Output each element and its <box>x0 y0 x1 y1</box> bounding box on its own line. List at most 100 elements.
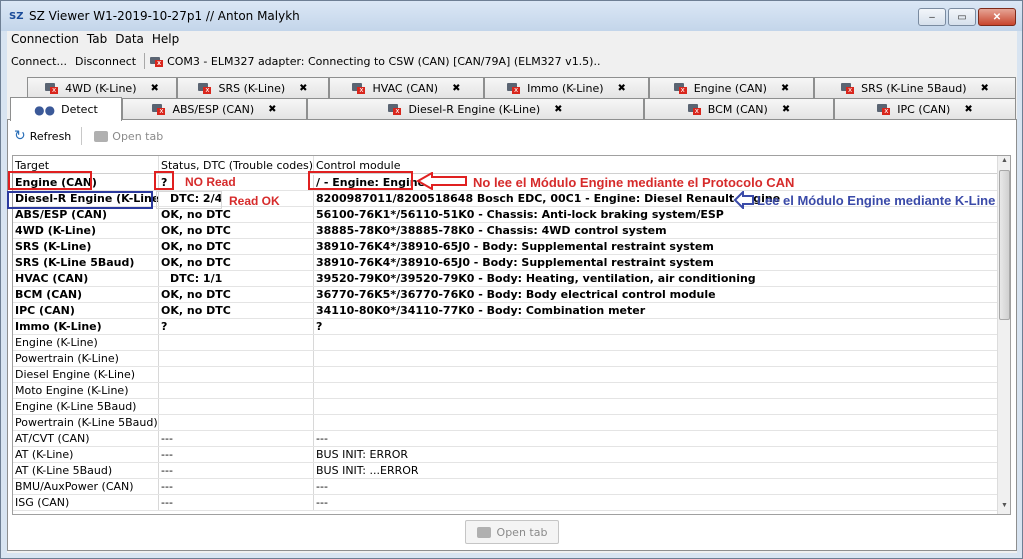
table-row[interactable]: BCM (CAN) OK, no DTC 36770-76K5*/36770-76K… <box>13 287 998 303</box>
window-controls: – ▭ ✕ <box>918 8 1016 26</box>
column-header-status[interactable]: Status, DTC (Trouble codes) <box>159 156 314 173</box>
window-title: SZ Viewer W1-2019-10-27p1 // Anton Malyk… <box>29 9 300 23</box>
close-tab-icon[interactable]: ✖ <box>618 83 626 94</box>
disconnected-plug-icon: x <box>149 55 164 67</box>
cell-status: --- <box>159 447 314 462</box>
disconnect-button[interactable]: Disconnect <box>71 55 140 68</box>
table-row[interactable]: 4WD (K-Line) OK, no DTC 38885-78K0*/38885-… <box>13 223 998 239</box>
module-disconnected-icon: x <box>673 82 688 94</box>
table-row[interactable]: Engine (K-Line 5Baud) <box>13 399 998 415</box>
tab-label: 4WD (K-Line) <box>65 81 137 95</box>
annotation-no-read: NO Read <box>185 175 236 189</box>
maximize-button[interactable]: ▭ <box>948 8 976 26</box>
plug-icon <box>476 526 491 538</box>
cell-target: Engine (K-Line 5Baud) <box>13 399 159 414</box>
table-row[interactable]: Powertrain (K-Line 5Baud) <box>13 415 998 431</box>
connect-button[interactable]: Connect... <box>7 55 71 68</box>
scroll-thumb[interactable] <box>999 170 1010 320</box>
title-bar[interactable]: SZ SZ Viewer W1-2019-10-27p1 // Anton Ma… <box>1 1 1022 31</box>
cell-control-module <box>314 335 998 350</box>
table-row[interactable]: Immo (K-Line)?? <box>13 319 998 335</box>
tab-4wd-kline[interactable]: x 4WD (K-Line) ✖ <box>27 77 177 98</box>
annotation-box-diesel-engine <box>7 191 153 209</box>
tab-label: SRS (K-Line 5Baud) <box>861 81 967 95</box>
tab-hvac-can[interactable]: x HVAC (CAN) ✖ <box>329 77 484 98</box>
close-tab-icon[interactable]: ✖ <box>782 104 790 115</box>
annotation-arrow-left-icon <box>416 172 467 190</box>
tab-ipc-can[interactable]: x IPC (CAN) ✖ <box>834 98 1016 119</box>
open-tab-button-label: Open tab <box>496 525 548 539</box>
refresh-button[interactable]: ↻ Refresh <box>12 126 73 146</box>
tab-diesel-r-engine-kline[interactable]: x Diesel-R Engine (K-Line) ✖ <box>307 98 644 119</box>
menu-connection[interactable]: Connection <box>7 31 83 49</box>
cell-status: OK, no DTC <box>159 255 314 270</box>
close-tab-icon[interactable]: ✖ <box>554 104 562 115</box>
close-tab-icon[interactable]: ✖ <box>299 83 307 94</box>
tab-abs-esp-can[interactable]: x ABS/ESP (CAN) ✖ <box>122 98 307 119</box>
table-row[interactable]: AT (K-Line) --- BUS INIT: ERROR <box>13 447 998 463</box>
cell-target: 4WD (K-Line) <box>13 223 159 238</box>
menu-help[interactable]: Help <box>148 31 183 49</box>
table-row[interactable]: SRS (K-Line) OK, no DTC 38910-76K4*/38910-… <box>13 239 998 255</box>
footprints-icon: ●● <box>34 102 56 117</box>
table-row[interactable]: BMU/AuxPower (CAN) --- --- <box>13 479 998 495</box>
cell-target: BCM (CAN) <box>13 287 159 302</box>
plug-icon <box>94 130 109 142</box>
cell-status: --- <box>159 431 314 446</box>
close-tab-icon[interactable]: ✖ <box>268 104 276 115</box>
cell-control-module: ? <box>314 319 998 334</box>
vertical-scrollbar[interactable]: ▲ ▼ <box>997 156 1010 514</box>
cell-target: SRS (K-Line) <box>13 239 159 254</box>
annotation-can-note: No lee el Módulo Engine mediante el Prot… <box>473 175 795 190</box>
menu-tab[interactable]: Tab <box>83 31 111 49</box>
table-row[interactable]: Engine (K-Line) <box>13 335 998 351</box>
close-button[interactable]: ✕ <box>978 8 1016 26</box>
annotation-box-engine-can <box>8 171 92 190</box>
close-tab-icon[interactable]: ✖ <box>151 83 159 94</box>
column-header-control-module[interactable]: Control module <box>314 156 998 173</box>
module-disconnected-icon: x <box>152 103 166 115</box>
table-row[interactable]: AT (K-Line 5Baud) --- BUS INIT: ...ERROR <box>13 463 998 479</box>
annotation-box-dtc <box>156 191 222 209</box>
scroll-up-icon[interactable]: ▲ <box>999 157 1010 168</box>
close-tab-icon[interactable]: ✖ <box>452 83 460 94</box>
cell-status: --- <box>159 479 314 494</box>
table-row[interactable]: Moto Engine (K-Line) <box>13 383 998 399</box>
table-row[interactable]: IPC (CAN) OK, no DTC 34110-80K0*/34110-77K… <box>13 303 998 319</box>
cell-control-module <box>314 415 998 430</box>
close-tab-icon[interactable]: ✖ <box>781 83 789 94</box>
open-tab-button[interactable]: Open tab <box>465 520 559 544</box>
scroll-down-icon[interactable]: ▼ <box>999 502 1010 513</box>
module-disconnected-icon: x <box>687 103 702 115</box>
tab-srs-kline[interactable]: x SRS (K-Line) ✖ <box>177 77 329 98</box>
annotation-box-module-engine <box>308 171 413 190</box>
cell-status: OK, no DTC <box>159 239 314 254</box>
table-row[interactable]: AT/CVT (CAN) --- --- <box>13 431 998 447</box>
table-row[interactable]: HVAC (CAN) DTC: 1/1 39520-79K0*/39520-79K0… <box>13 271 998 287</box>
tab-bcm-can[interactable]: x BCM (CAN) ✖ <box>644 98 834 119</box>
tab-detect[interactable]: ●● Detect <box>10 97 122 121</box>
table-body: Engine (CAN)? / - Engine: Engine Diesel-R … <box>13 175 998 511</box>
refresh-label: Refresh <box>29 129 72 143</box>
table-row[interactable]: ABS/ESP (CAN) OK, no DTC 56100-76K1*/56110… <box>13 207 998 223</box>
table-row[interactable]: Diesel Engine (K-Line) <box>13 367 998 383</box>
close-tab-icon[interactable]: ✖ <box>981 83 989 94</box>
table-row[interactable]: ISG (CAN) --- --- <box>13 495 998 511</box>
minimize-button[interactable]: – <box>918 8 946 26</box>
menu-data[interactable]: Data <box>111 31 148 49</box>
table-row[interactable]: Powertrain (K-Line) <box>13 351 998 367</box>
tab-immo-kline[interactable]: x Immo (K-Line) ✖ <box>484 77 649 98</box>
cell-control-module: 39520-79K0*/39520-79K0 - Body: Heating, … <box>314 271 998 286</box>
close-tab-icon[interactable]: ✖ <box>964 104 972 115</box>
modules-table: Target Status, DTC (Trouble codes) Contr… <box>12 155 1011 515</box>
cell-status: OK, no DTC <box>159 303 314 318</box>
tab-srs-kline-5baud[interactable]: x SRS (K-Line 5Baud) ✖ <box>814 77 1016 98</box>
cell-target: Moto Engine (K-Line) <box>13 383 159 398</box>
open-tab-toolbar-button[interactable]: Open tab <box>94 130 163 143</box>
tab-engine-can[interactable]: x Engine (CAN) ✖ <box>649 77 814 98</box>
cell-target: Diesel Engine (K-Line) <box>13 367 159 382</box>
tab-label: IPC (CAN) <box>897 102 951 116</box>
cell-status: OK, no DTC <box>159 207 314 222</box>
cell-target: SRS (K-Line 5Baud) <box>13 255 159 270</box>
table-row[interactable]: SRS (K-Line 5Baud) OK, no DTC 38910-76K4*/… <box>13 255 998 271</box>
